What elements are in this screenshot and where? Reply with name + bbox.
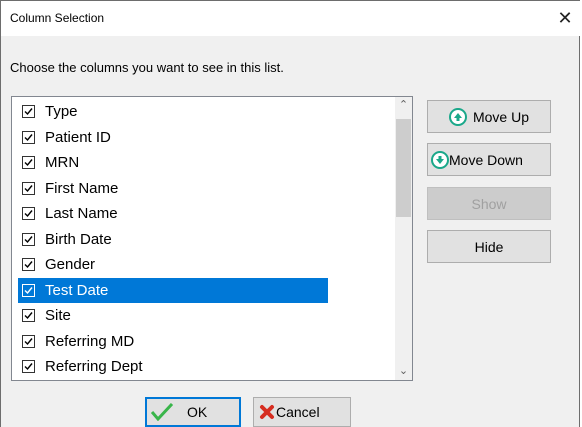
scroll-up-icon[interactable]: ⌃ [395, 97, 412, 114]
column-list[interactable]: Type Patient ID MRN First Name Last Name Birt… [11, 96, 413, 381]
column-label: MRN [45, 154, 80, 171]
checkbox[interactable] [22, 360, 35, 373]
column-label: Birth Date [45, 230, 112, 248]
red-x-icon [259, 404, 275, 420]
move-up-label: Move Up [472, 108, 530, 125]
checkbox[interactable] [22, 283, 35, 297]
cancel-label: Cancel [276, 404, 320, 420]
checkbox[interactable] [22, 258, 35, 271]
column-label: Last Name [45, 205, 118, 222]
title-bar: Column Selection ✕ [1, 1, 581, 36]
close-icon[interactable]: ✕ [553, 5, 577, 31]
column-list-item[interactable]: MRN [18, 150, 328, 175]
column-label: First Name [45, 179, 119, 197]
column-label: Gender [45, 256, 96, 273]
column-list-item[interactable]: Birth Date [18, 227, 328, 252]
move-down-label: Move Down [449, 151, 523, 168]
column-list-item[interactable]: Last Name [18, 201, 328, 226]
column-list-item[interactable]: Referring MD [18, 329, 328, 354]
scrollbar-thumb[interactable] [396, 119, 411, 217]
arrow-up-circle-icon [448, 107, 467, 126]
column-selection-dialog: Column Selection ✕ Choose the columns yo… [0, 0, 581, 427]
column-list-item[interactable]: Test Date [18, 277, 328, 303]
column-label: Test Date [45, 281, 109, 299]
column-label: Referring MD [45, 332, 135, 350]
column-list-item[interactable]: Patient ID [18, 125, 328, 150]
checkbox[interactable] [22, 181, 35, 195]
checkbox[interactable] [22, 130, 35, 144]
column-list-item[interactable]: Referring Dept [18, 354, 328, 379]
instruction-text: Choose the columns you want to see in th… [10, 60, 284, 75]
checkbox[interactable] [22, 232, 35, 246]
ok-label: OK [187, 404, 208, 420]
move-down-button[interactable]: Move Down [427, 143, 551, 176]
window-title: Column Selection [10, 11, 105, 25]
hide-button[interactable]: Hide [427, 230, 551, 263]
column-list-item[interactable]: Type [18, 99, 328, 124]
column-label: Type [45, 103, 78, 120]
ok-button[interactable]: OK [145, 397, 241, 427]
column-label: Site [45, 307, 71, 324]
column-list-item[interactable]: Site [18, 303, 328, 328]
column-label: Referring Dept [45, 358, 143, 375]
vertical-scrollbar[interactable]: ⌃ ⌄ [395, 97, 412, 380]
scroll-down-icon[interactable]: ⌄ [395, 363, 412, 380]
arrow-down-circle-icon [431, 150, 449, 169]
show-button[interactable]: Show [427, 187, 551, 220]
checkbox[interactable] [22, 105, 35, 118]
checkmark-icon [150, 402, 174, 422]
cancel-button[interactable]: Cancel [253, 397, 351, 427]
checkbox[interactable] [22, 156, 35, 169]
move-up-button[interactable]: Move Up [427, 100, 551, 133]
checkbox[interactable] [22, 334, 35, 348]
column-list-item[interactable]: Gender [18, 252, 328, 277]
checkbox[interactable] [22, 309, 35, 322]
column-list-item[interactable]: First Name [18, 176, 328, 201]
column-label: Patient ID [45, 128, 111, 146]
checkbox[interactable] [22, 207, 35, 220]
